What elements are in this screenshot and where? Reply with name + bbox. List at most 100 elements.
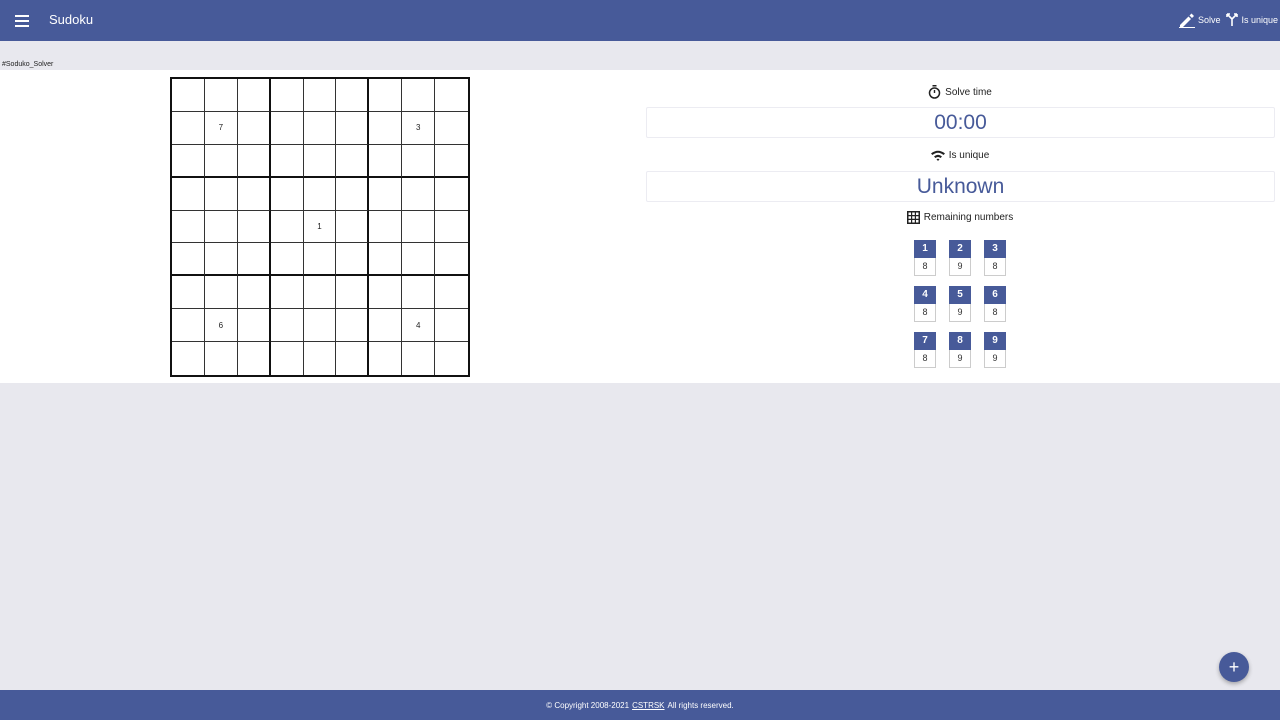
- sudoku-cell[interactable]: [172, 342, 205, 375]
- sudoku-cell[interactable]: [435, 145, 468, 178]
- remaining-number-item[interactable]: 78: [914, 332, 936, 370]
- sudoku-cell[interactable]: [172, 309, 205, 343]
- is-unique-button[interactable]: Is unique: [1226, 13, 1278, 27]
- remaining-number-item[interactable]: 59: [949, 286, 971, 324]
- remaining-number-item[interactable]: 18: [914, 240, 936, 278]
- sudoku-cell[interactable]: [369, 276, 403, 310]
- sudoku-cell[interactable]: [237, 210, 271, 244]
- sudoku-cell[interactable]: [270, 111, 304, 145]
- sudoku-cell[interactable]: [172, 210, 205, 244]
- sudoku-cell[interactable]: [369, 144, 403, 178]
- solve-button[interactable]: Solve: [1178, 12, 1220, 28]
- sudoku-cell[interactable]: [336, 144, 370, 178]
- sudoku-cell[interactable]: [435, 178, 468, 211]
- sudoku-cell[interactable]: [369, 243, 403, 277]
- sudoku-cell[interactable]: [270, 243, 304, 277]
- sudoku-cell[interactable]: [402, 210, 436, 244]
- sudoku-cell[interactable]: [172, 111, 205, 145]
- sudoku-cell[interactable]: [303, 177, 337, 211]
- sudoku-cell[interactable]: [270, 210, 304, 244]
- sudoku-cell[interactable]: [402, 276, 436, 310]
- sudoku-cell[interactable]: [435, 79, 468, 112]
- remaining-count: 8: [984, 304, 1006, 322]
- sudoku-cell[interactable]: [336, 111, 370, 145]
- sudoku-cell[interactable]: 1: [303, 210, 337, 244]
- sudoku-cell[interactable]: [435, 112, 468, 145]
- sudoku-cell[interactable]: [204, 79, 238, 112]
- sudoku-cell[interactable]: [402, 342, 436, 375]
- sudoku-cell[interactable]: [402, 243, 436, 277]
- sudoku-cell[interactable]: [336, 177, 370, 211]
- sudoku-cell[interactable]: [336, 309, 370, 343]
- sudoku-cell[interactable]: [237, 79, 271, 112]
- sudoku-cell[interactable]: 3: [402, 111, 436, 145]
- sudoku-cell[interactable]: [238, 342, 271, 375]
- sudoku-cell[interactable]: [369, 79, 403, 112]
- sudoku-cell[interactable]: [303, 276, 337, 310]
- sudoku-cell[interactable]: [270, 144, 304, 178]
- sudoku-cell[interactable]: [336, 210, 370, 244]
- sudoku-cell[interactable]: [204, 243, 238, 277]
- sudoku-cell[interactable]: [402, 177, 436, 211]
- sudoku-cell[interactable]: [172, 276, 205, 310]
- sudoku-cell[interactable]: [336, 342, 370, 375]
- sudoku-cell[interactable]: [270, 309, 304, 343]
- fork-icon: [1226, 13, 1239, 26]
- remaining-number-item[interactable]: 99: [984, 332, 1006, 370]
- sudoku-cell[interactable]: [237, 243, 271, 277]
- sudoku-cell[interactable]: [204, 276, 238, 310]
- remaining-number-item[interactable]: 38: [984, 240, 1006, 278]
- sudoku-cell[interactable]: [369, 309, 403, 343]
- remaining-number-item[interactable]: 29: [949, 240, 971, 278]
- sudoku-cell[interactable]: [435, 342, 468, 375]
- sudoku-cell[interactable]: [204, 210, 238, 244]
- sudoku-cell[interactable]: [172, 144, 205, 178]
- sudoku-cell[interactable]: [435, 211, 468, 244]
- remaining-count: 8: [914, 350, 936, 368]
- sudoku-cell[interactable]: [237, 309, 271, 343]
- sudoku-cell[interactable]: [369, 177, 403, 211]
- sudoku-cell[interactable]: [336, 276, 370, 310]
- sudoku-cell[interactable]: [435, 276, 468, 310]
- sudoku-cell[interactable]: [369, 210, 403, 244]
- sudoku-cell[interactable]: [172, 177, 205, 211]
- sudoku-cell[interactable]: [336, 243, 370, 277]
- remaining-number-item[interactable]: 68: [984, 286, 1006, 324]
- sudoku-cell[interactable]: 7: [204, 111, 238, 145]
- sudoku-cell[interactable]: [172, 79, 205, 112]
- add-button[interactable]: +: [1219, 652, 1249, 682]
- sudoku-cell[interactable]: [270, 177, 304, 211]
- sudoku-cell[interactable]: 6: [204, 309, 238, 343]
- sudoku-cell[interactable]: [303, 243, 337, 277]
- sudoku-cell[interactable]: 4: [402, 309, 436, 343]
- sudoku-cell[interactable]: [402, 79, 436, 112]
- sudoku-cell[interactable]: [204, 177, 238, 211]
- menu-icon[interactable]: [15, 15, 29, 27]
- sudoku-cell[interactable]: [336, 79, 370, 112]
- sudoku-cell[interactable]: [172, 243, 205, 277]
- sudoku-cell[interactable]: [435, 243, 468, 277]
- sudoku-cell[interactable]: [204, 144, 238, 178]
- sudoku-cell[interactable]: [237, 111, 271, 145]
- sudoku-cell[interactable]: [271, 342, 304, 375]
- remaining-count: 9: [949, 350, 971, 368]
- sudoku-cell[interactable]: [303, 79, 337, 112]
- remaining-number-item[interactable]: 89: [949, 332, 971, 370]
- sudoku-cell[interactable]: [369, 342, 403, 375]
- is-unique-label: Is unique: [948, 150, 990, 161]
- sudoku-cell[interactable]: [304, 342, 337, 375]
- sudoku-cell[interactable]: [237, 177, 271, 211]
- sudoku-cell[interactable]: [270, 276, 304, 310]
- cstrsk-link[interactable]: CSTRSK: [632, 701, 664, 710]
- sudoku-cell[interactable]: [435, 309, 468, 343]
- sudoku-cell[interactable]: [205, 342, 238, 375]
- sudoku-cell[interactable]: [402, 144, 436, 178]
- sudoku-cell[interactable]: [270, 79, 304, 112]
- sudoku-cell[interactable]: [369, 111, 403, 145]
- remaining-number-item[interactable]: 48: [914, 286, 936, 324]
- sudoku-cell[interactable]: [237, 144, 271, 178]
- sudoku-cell[interactable]: [237, 276, 271, 310]
- sudoku-cell[interactable]: [303, 309, 337, 343]
- sudoku-cell[interactable]: [303, 144, 337, 178]
- sudoku-cell[interactable]: [303, 111, 337, 145]
